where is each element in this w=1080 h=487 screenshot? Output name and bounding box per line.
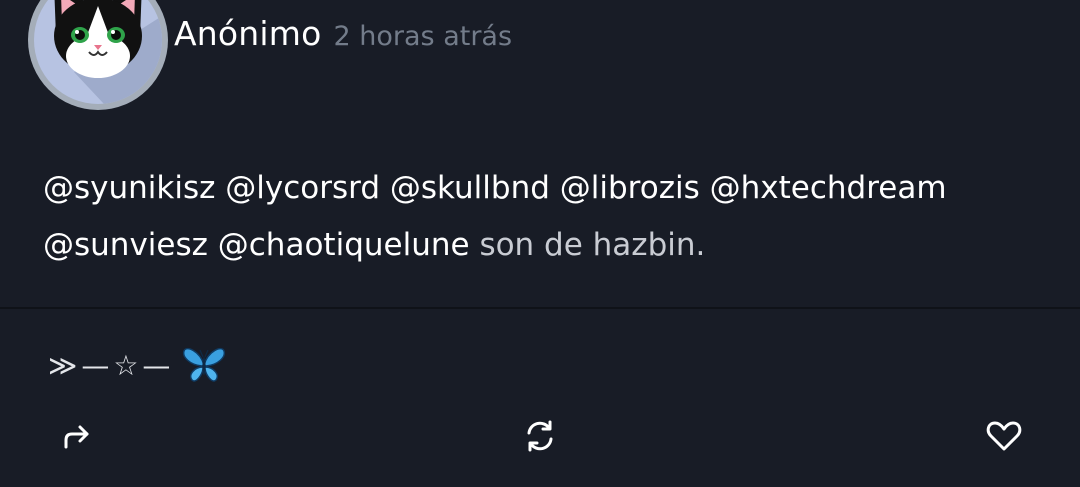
cat-avatar-icon (54, 0, 162, 104)
mention-link[interactable]: @chaotiquelune (218, 227, 470, 263)
repost-icon (527, 420, 553, 452)
repost-button[interactable] (518, 414, 562, 458)
post-body: @syunikisz @lycorsrd @skullbnd @librozis… (43, 160, 1043, 274)
dash-glyph: — (81, 348, 110, 382)
author-name[interactable]: Anónimo (174, 14, 322, 53)
butterfly-icon (182, 345, 226, 385)
mention-link[interactable]: @librozis (560, 170, 700, 206)
like-button[interactable] (982, 414, 1026, 458)
post-header: Anónimo 2 horas atrás (174, 14, 512, 64)
heart-icon (986, 421, 1022, 451)
mention-link[interactable]: @lycorsrd (225, 170, 380, 206)
double-chevron-glyph: ≫ (48, 348, 78, 382)
avatar[interactable] (28, 0, 168, 110)
mention-link[interactable]: @syunikisz (43, 170, 215, 206)
mention-link[interactable]: @sunviesz (43, 227, 208, 263)
share-button[interactable] (54, 414, 98, 458)
post-signature: ≫ — ☆ — (48, 342, 226, 388)
mention-link[interactable]: @skullbnd (390, 170, 550, 206)
share-icon (64, 425, 89, 449)
mention-link[interactable]: @hxtechdream (710, 170, 947, 206)
divider (0, 307, 1080, 309)
post-timestamp: 2 horas atrás (333, 21, 513, 52)
avatar-image (34, 0, 162, 104)
star-glyph: ☆ (113, 348, 139, 382)
dash-glyph: — (142, 348, 171, 382)
post-text: son de hazbin. (479, 227, 706, 263)
